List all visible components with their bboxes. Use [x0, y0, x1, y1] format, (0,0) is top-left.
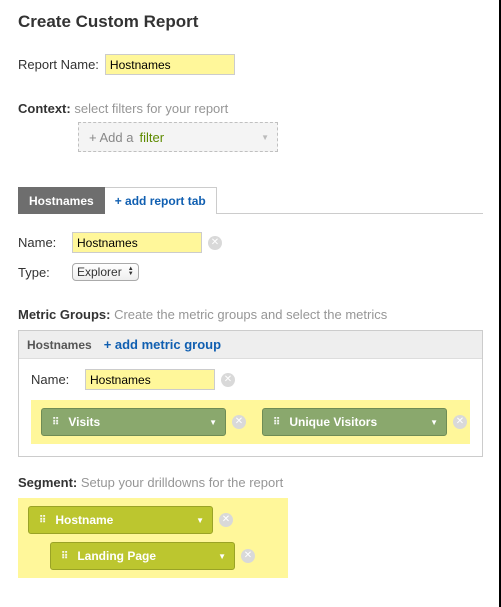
page-title: Create Custom Report [18, 12, 483, 32]
tab-name-input[interactable] [72, 232, 202, 253]
context-section: Context: select filters for your report … [18, 101, 483, 152]
plus-icon: + Add a [89, 130, 133, 145]
grip-icon: ⠿ [61, 551, 69, 562]
metric-groups-section: Metric Groups: Create the metric groups … [18, 307, 483, 457]
report-name-label: Report Name: [18, 57, 99, 72]
chevron-down-icon: ▼ [430, 418, 438, 427]
segment-block: ⠿ Hostname ▼ ✕ ⠿ Landing Page ▼ ✕ [18, 498, 288, 578]
context-label: Context: [18, 101, 71, 116]
metric-groups-label: Metric Groups: [18, 307, 110, 322]
add-report-tab[interactable]: + add report tab [105, 187, 217, 214]
report-name-row: Report Name: [18, 54, 483, 75]
remove-dimension-icon[interactable]: ✕ [219, 513, 233, 527]
tab-type-label: Type: [18, 265, 66, 280]
chevron-down-icon: ▼ [218, 552, 226, 561]
report-name-input[interactable] [105, 54, 235, 75]
tab-type-row: Type: Explorer ▲▼ [18, 263, 483, 281]
segment-label: Segment: [18, 475, 77, 490]
metrics-row: ⠿ Visits ▼ ✕ ⠿ Unique Visitors ▼ ✕ [31, 400, 470, 444]
remove-dimension-icon[interactable]: ✕ [241, 549, 255, 563]
tab-hostnames[interactable]: Hostnames [18, 187, 105, 214]
add-filter-button[interactable]: + Add a filter ▼ [78, 122, 278, 152]
add-filter-text: filter [139, 130, 164, 145]
remove-tab-name-icon[interactable]: ✕ [208, 236, 222, 250]
metric-group-box: Hostnames + add metric group Name: ✕ ⠿ V… [18, 330, 483, 457]
metric-label: Unique Visitors [289, 415, 377, 429]
segment-hint: Setup your drilldowns for the report [81, 475, 283, 490]
dimension-label: Landing Page [77, 549, 156, 563]
metric-group-tab[interactable]: Hostnames [27, 338, 92, 352]
select-arrows-icon: ▲▼ [128, 267, 134, 277]
metric-group-name-label: Name: [31, 372, 79, 387]
metric-pill-visits[interactable]: ⠿ Visits ▼ [41, 408, 226, 436]
dimension-pill-hostname[interactable]: ⠿ Hostname ▼ [28, 506, 213, 534]
tab-name-row: Name: ✕ [18, 232, 483, 253]
chevron-down-icon: ▼ [196, 516, 204, 525]
chevron-down-icon: ▼ [209, 418, 217, 427]
metric-label: Visits [68, 415, 100, 429]
remove-metric-icon[interactable]: ✕ [453, 415, 467, 429]
add-metric-group-link[interactable]: + add metric group [104, 337, 221, 352]
chevron-down-icon: ▼ [261, 133, 269, 142]
dimension-pill-landing-page[interactable]: ⠿ Landing Page ▼ [50, 542, 235, 570]
metric-pill-unique-visitors[interactable]: ⠿ Unique Visitors ▼ [262, 408, 447, 436]
remove-metric-group-icon[interactable]: ✕ [221, 373, 235, 387]
tab-type-select[interactable]: Explorer ▲▼ [72, 263, 139, 281]
remove-metric-icon[interactable]: ✕ [232, 415, 246, 429]
tab-type-value: Explorer [77, 265, 122, 279]
report-tabs: Hostnames + add report tab [18, 186, 483, 214]
grip-icon: ⠿ [39, 515, 47, 526]
segment-section: Segment: Setup your drilldowns for the r… [18, 475, 483, 578]
metric-groups-hint: Create the metric groups and select the … [114, 307, 387, 322]
metric-group-name-input[interactable] [85, 369, 215, 390]
grip-icon: ⠿ [273, 417, 281, 428]
tab-name-label: Name: [18, 235, 66, 250]
context-hint: select filters for your report [74, 101, 228, 116]
dimension-label: Hostname [55, 513, 113, 527]
grip-icon: ⠿ [52, 417, 60, 428]
